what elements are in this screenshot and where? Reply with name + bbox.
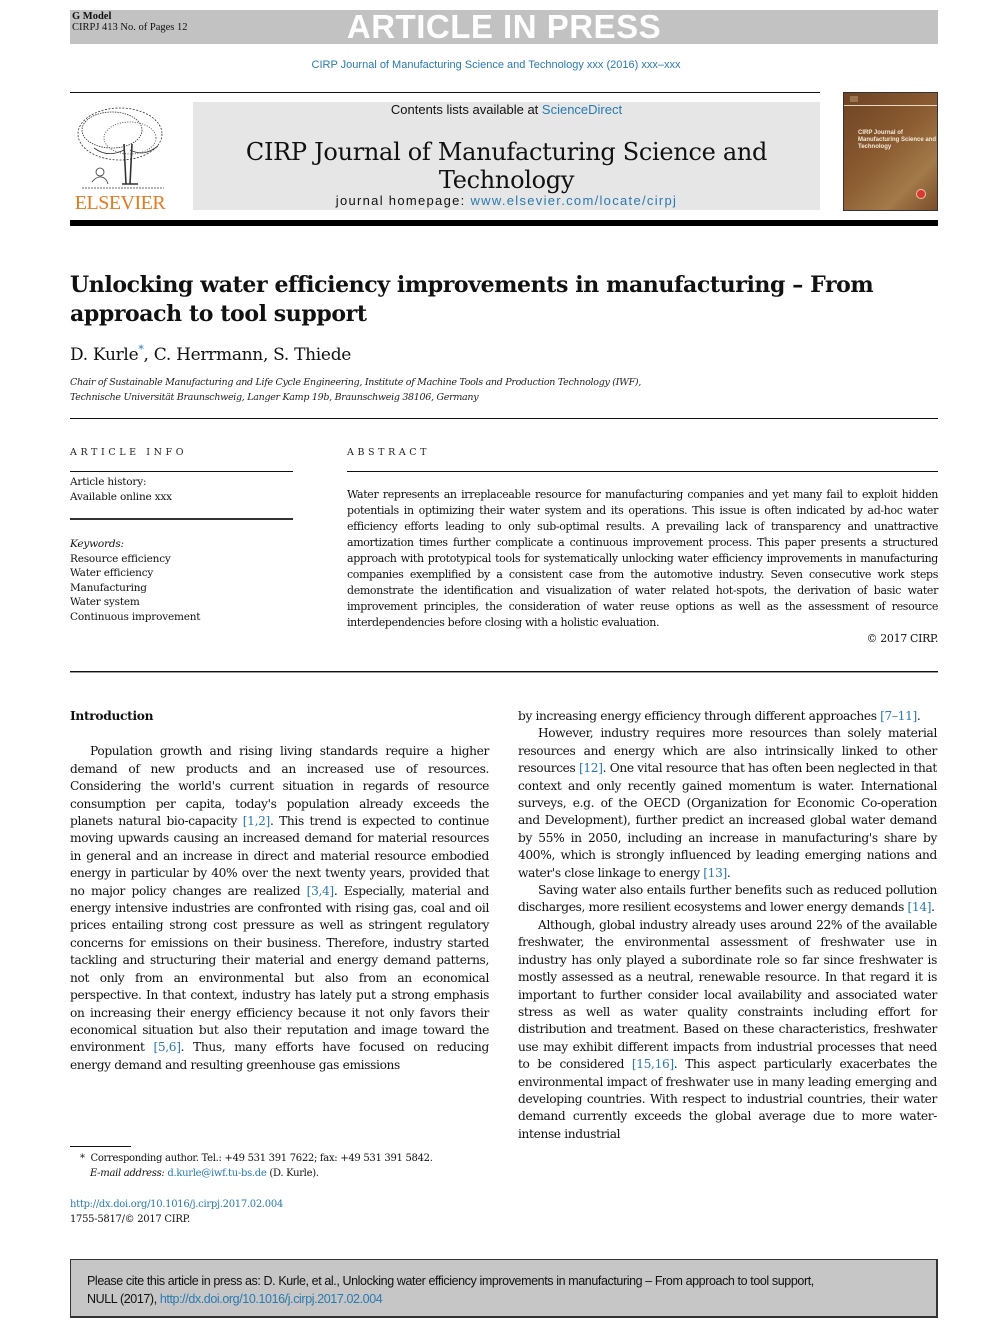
affiliation-line-2: Technische Universität Braunschweig, Lan… [70, 392, 479, 403]
author-kurle: D. Kurle [70, 345, 139, 365]
paragraph: Although, global industry already uses a… [518, 917, 937, 1143]
text-run: . [726, 865, 731, 880]
article-info-rule-2 [70, 518, 293, 520]
article-info-rule [70, 471, 293, 472]
abstract-heading: ABSTRACT [347, 447, 431, 458]
homepage-prefix: journal homepage: [335, 193, 471, 208]
citation-link[interactable]: [14] [908, 900, 932, 914]
text-run: . [931, 900, 935, 915]
doi-block: http://dx.doi.org/10.1016/j.cirpj.2017.0… [70, 1197, 283, 1227]
keyword-item: Water efficiency [70, 567, 154, 579]
journal-reference[interactable]: CIRP Journal of Manufacturing Science an… [0, 59, 992, 71]
body-column-left: Introduction Population growth and risin… [70, 708, 489, 1074]
article-history: Article history: Available online xxx [70, 475, 172, 504]
footnote-star: * [80, 1153, 85, 1164]
cover-rule [844, 105, 937, 106]
journal-cover-thumbnail[interactable]: CIRP Journal of Manufacturing Science an… [843, 92, 938, 211]
header-divider [70, 418, 938, 419]
sciencedirect-link[interactable]: ScienceDirect [542, 102, 622, 117]
masthead-bottom-rule [70, 220, 938, 226]
abstract-rule [347, 471, 938, 472]
masthead-top-rule [70, 92, 820, 93]
abstract-body: Water represents an irreplaceable resour… [347, 487, 938, 647]
keyword-item: Manufacturing [70, 581, 147, 594]
citation-link[interactable]: [7–11] [880, 709, 917, 723]
cite-doi-link[interactable]: http://dx.doi.org/10.1016/j.cirpj.2017.0… [160, 1292, 383, 1306]
cite-line-2: NULL (2017), http://dx.doi.org/10.1016/j… [87, 1290, 920, 1308]
contents-prefix: Contents lists available at [390, 102, 542, 117]
section-heading-introduction: Introduction [70, 709, 154, 723]
issn-copyright: 1755-5817/© 2017 CIRP. [70, 1214, 190, 1225]
citation-link[interactable]: [3,4] [307, 884, 335, 898]
footnote-line-1: * Corresponding author. Tel.: +49 531 39… [80, 1151, 500, 1166]
publisher-name: ELSEVIER [74, 192, 166, 214]
journal-title: CIRP Journal of Manufacturing Science an… [245, 138, 768, 194]
email-suffix: (D. Kurle). [266, 1168, 319, 1179]
citation-link[interactable]: [15,16] [632, 1057, 674, 1071]
text-run: . Especially, material and energy intens… [70, 883, 489, 1055]
cover-mark-icon [850, 96, 858, 102]
elsevier-tree-icon [77, 107, 164, 189]
paragraph: by increasing energy efficiency through … [518, 708, 937, 725]
text-run: Although, global industry already uses a… [518, 917, 937, 1072]
homepage-link[interactable]: www.elsevier.com/locate/cirpj [470, 193, 677, 208]
citation-link[interactable]: [12] [579, 761, 603, 775]
elsevier-logo[interactable]: ELSEVIER [70, 100, 170, 213]
history-label: Article history: [70, 476, 147, 488]
affiliation: Chair of Sustainable Manufacturing and L… [70, 375, 890, 405]
article-info-heading: ARTICLE INFO [70, 447, 188, 458]
footnote-rule [70, 1146, 131, 1147]
cite-line-1: Please cite this article in press as: D.… [87, 1274, 814, 1288]
doi-link[interactable]: http://dx.doi.org/10.1016/j.cirpj.2017.0… [70, 1197, 283, 1212]
email-label: E-mail address: [90, 1168, 165, 1179]
paragraph: Saving water also entails further benefi… [518, 882, 937, 917]
cover-title: CIRP Journal of Manufacturing Science an… [858, 130, 937, 150]
abstract-copyright: © 2017 CIRP. [866, 632, 938, 645]
citation-link[interactable]: [5,6] [153, 1040, 181, 1054]
body-divider [70, 671, 938, 673]
email-link[interactable]: d.kurle@iwf.tu-bs.de [167, 1168, 266, 1179]
citation-link[interactable]: [13] [703, 866, 727, 880]
paragraph: However, industry requires more resource… [518, 725, 937, 882]
citation-link[interactable]: [1,2] [243, 814, 271, 828]
abstract-text: Water represents an irreplaceable resour… [347, 488, 938, 629]
article-in-press-banner: G Model CIRPJ 413 No. of Pages 12 ARTICL… [70, 10, 938, 44]
corresponding-author-footnote: * Corresponding author. Tel.: +49 531 39… [80, 1151, 500, 1181]
text-run: Saving water also entails further benefi… [518, 883, 937, 915]
cirp-logo-icon [916, 189, 926, 199]
text-run: by increasing energy efficiency through … [518, 709, 881, 723]
affiliation-line-1: Chair of Sustainable Manufacturing and L… [70, 377, 642, 388]
footnote-corresponding: Corresponding author. Tel.: +49 531 391 … [90, 1153, 433, 1164]
body-column-right: by increasing energy efficiency through … [518, 708, 937, 1143]
keyword-item: Continuous improvement [70, 610, 201, 623]
keyword-item: Resource efficiency [70, 552, 171, 565]
journal-homepage: journal homepage: www.elsevier.com/locat… [193, 193, 820, 208]
contents-available: Contents lists available at ScienceDirec… [193, 102, 820, 118]
footnote-line-2: E-mail address: d.kurle@iwf.tu-bs.de (D.… [80, 1166, 500, 1181]
masthead-box: Contents lists available at ScienceDirec… [193, 102, 820, 210]
keyword-item: Water system [70, 596, 140, 608]
author-list: D. Kurle*, C. Herrmann, S. Thiede [70, 343, 351, 365]
keywords-list: Keywords: Resource efficiency Water effi… [70, 537, 201, 624]
keywords-label: Keywords: [70, 538, 124, 550]
article-title: Unlocking water efficiency improvements … [70, 272, 874, 327]
other-authors: , C. Herrmann, S. Thiede [143, 345, 352, 365]
history-value: Available online xxx [70, 490, 172, 503]
paragraph: Population growth and rising living stan… [70, 743, 489, 1074]
text-run: . [916, 709, 921, 723]
text-run: . One vital resource that has often been… [518, 761, 937, 880]
cite-prefix: NULL (2017), [87, 1292, 160, 1306]
citation-box: Please cite this article in press as: D.… [70, 1259, 938, 1318]
article-status: ARTICLE IN PRESS [346, 8, 662, 45]
